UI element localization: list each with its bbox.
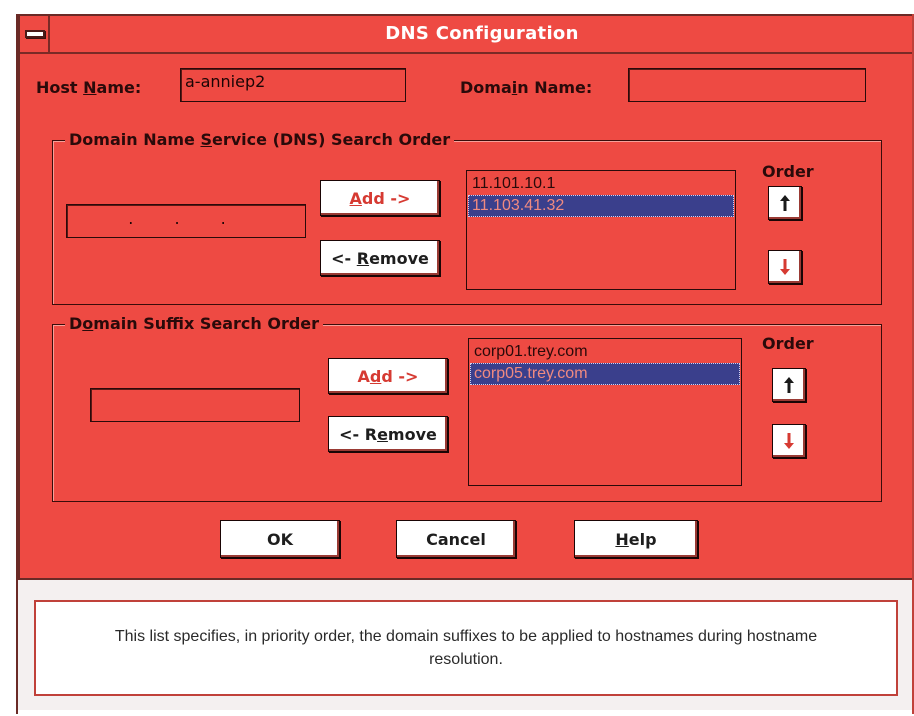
suffix-order-label: Order [762,334,814,353]
arrow-up-icon [780,195,790,211]
status-area: This list specifies, in priority order, … [18,580,914,710]
list-item[interactable]: corp01.trey.com [470,341,740,363]
suffix-add-button[interactable]: Add -> [328,358,448,394]
list-item-selected[interactable]: corp05.trey.com [470,363,740,385]
dns-server-list[interactable]: 11.101.10.1 11.103.41.32 [466,170,736,290]
help-button-label: Help [615,529,657,549]
dns-order-label: Order [762,162,814,181]
dns-order-up-button[interactable] [768,186,802,220]
domain-name-label: Domain Name: [460,78,593,97]
arrow-down-icon [780,259,790,275]
dns-remove-button[interactable]: <- Remove [320,240,440,276]
ok-button-label: OK [267,529,293,549]
status-help-box: This list specifies, in priority order, … [34,600,898,696]
cancel-button[interactable]: Cancel [396,520,516,558]
list-item-selected[interactable]: 11.103.41.32 [468,195,734,217]
ok-button[interactable]: OK [220,520,340,558]
suffix-input[interactable] [90,388,300,422]
dns-search-order-title: Domain Name Service (DNS) Search Order [65,130,455,149]
suffix-remove-button[interactable]: <- Remove [328,416,448,452]
system-menu-icon [25,30,45,38]
arrow-up-icon [784,377,794,393]
suffix-order-up-button[interactable] [772,368,806,402]
dns-configuration-dialog: DNS Configuration Host Name: a-anniep2 D… [18,14,914,580]
arrow-down-icon [784,433,794,449]
dns-add-button[interactable]: Add -> [320,180,440,216]
system-menu-button[interactable] [20,16,50,52]
suffix-order-down-button[interactable] [772,424,806,458]
domain-name-input[interactable] [628,68,866,102]
status-text: This list specifies, in priority order, … [114,628,818,668]
host-name-label: Host Name: [36,78,142,97]
window-title: DNS Configuration [385,23,579,44]
suffix-list[interactable]: corp01.trey.com corp05.trey.com [468,338,742,486]
suffix-search-order-title: Domain Suffix Search Order [65,314,324,333]
title-bar[interactable]: DNS Configuration [20,16,914,54]
dns-server-input[interactable]: . . . [66,204,306,238]
host-name-input[interactable]: a-anniep2 [180,68,406,102]
cancel-button-label: Cancel [426,529,486,549]
list-item[interactable]: 11.101.10.1 [468,173,734,195]
dns-order-down-button[interactable] [768,250,802,284]
page: DNS Configuration Host Name: a-anniep2 D… [0,0,914,716]
help-button[interactable]: Help [574,520,698,558]
